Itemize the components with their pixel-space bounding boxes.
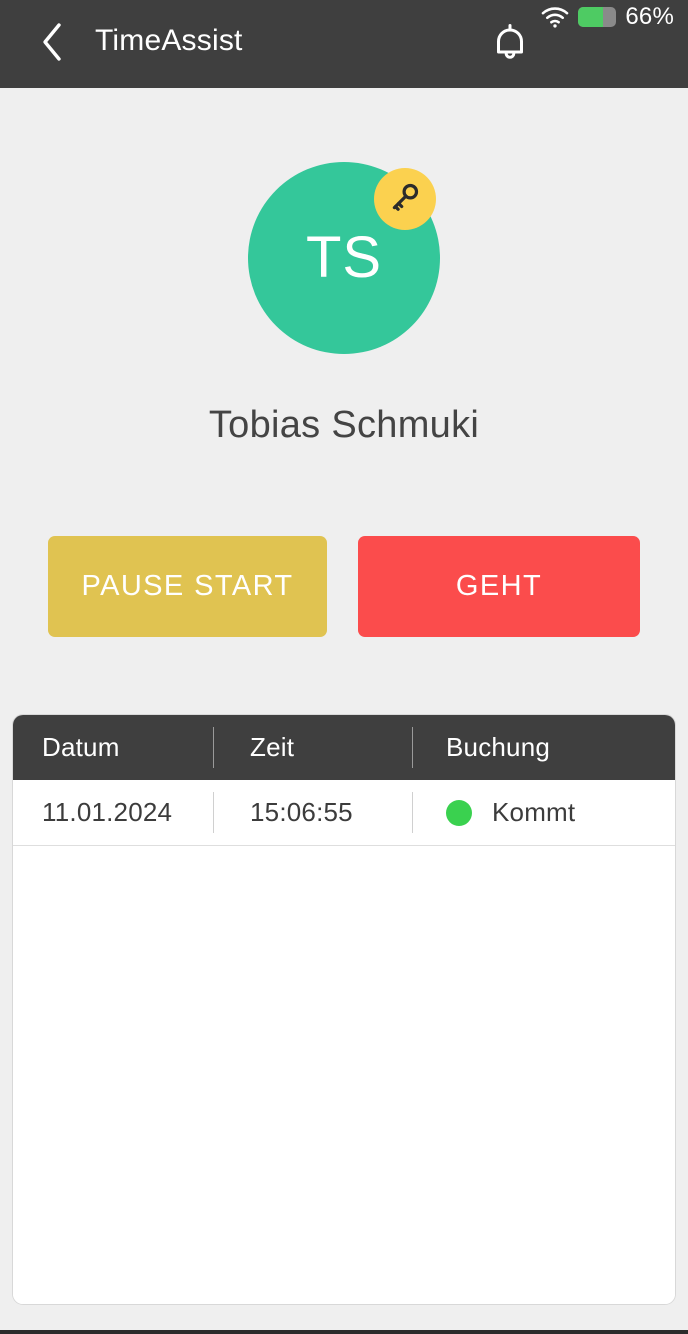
avatar-initials: TS: [305, 225, 383, 290]
geht-button[interactable]: GEHT: [358, 536, 640, 637]
status-dot-icon: [446, 799, 472, 826]
bottom-bar: [0, 1330, 688, 1334]
table-empty-area: [13, 846, 675, 1304]
app-bar: 66% TimeAssist: [0, 0, 688, 88]
app-screen: 66% TimeAssist TS Tobias Schmuki PAUSE S…: [0, 0, 688, 1334]
chevron-left-icon: [39, 21, 65, 68]
column-header-buchung: Buchung: [446, 732, 551, 762]
wifi-icon: [541, 6, 569, 28]
column-header-zeit: Zeit: [250, 732, 295, 762]
cell-datum: 11.01.2024: [42, 797, 173, 827]
table-header-row: Datum Zeit Buchung: [13, 715, 675, 780]
key-icon: [388, 180, 422, 219]
cell-buchung: Kommt: [412, 780, 675, 845]
avatar[interactable]: TS: [248, 162, 440, 354]
user-name: Tobias Schmuki: [208, 404, 480, 446]
key-badge[interactable]: [374, 168, 436, 230]
notifications-button[interactable]: [483, 16, 537, 72]
bell-icon: [490, 20, 530, 69]
status-bar: 66%: [541, 2, 674, 32]
bookings-table: Datum Zeit Buchung 11.01.2024 15:06:55 K…: [12, 714, 676, 1305]
page-title: TimeAssist: [95, 24, 243, 57]
column-header-datum: Datum: [42, 732, 120, 762]
cell-zeit: 15:06:55: [250, 797, 353, 827]
pause-start-button[interactable]: PAUSE START: [48, 536, 327, 637]
back-button[interactable]: [26, 16, 78, 72]
battery-fill: [578, 7, 604, 27]
battery-percent-label: 66%: [625, 3, 674, 30]
battery-icon: [578, 7, 617, 27]
table-row[interactable]: 11.01.2024 15:06:55 Kommt: [13, 780, 675, 846]
